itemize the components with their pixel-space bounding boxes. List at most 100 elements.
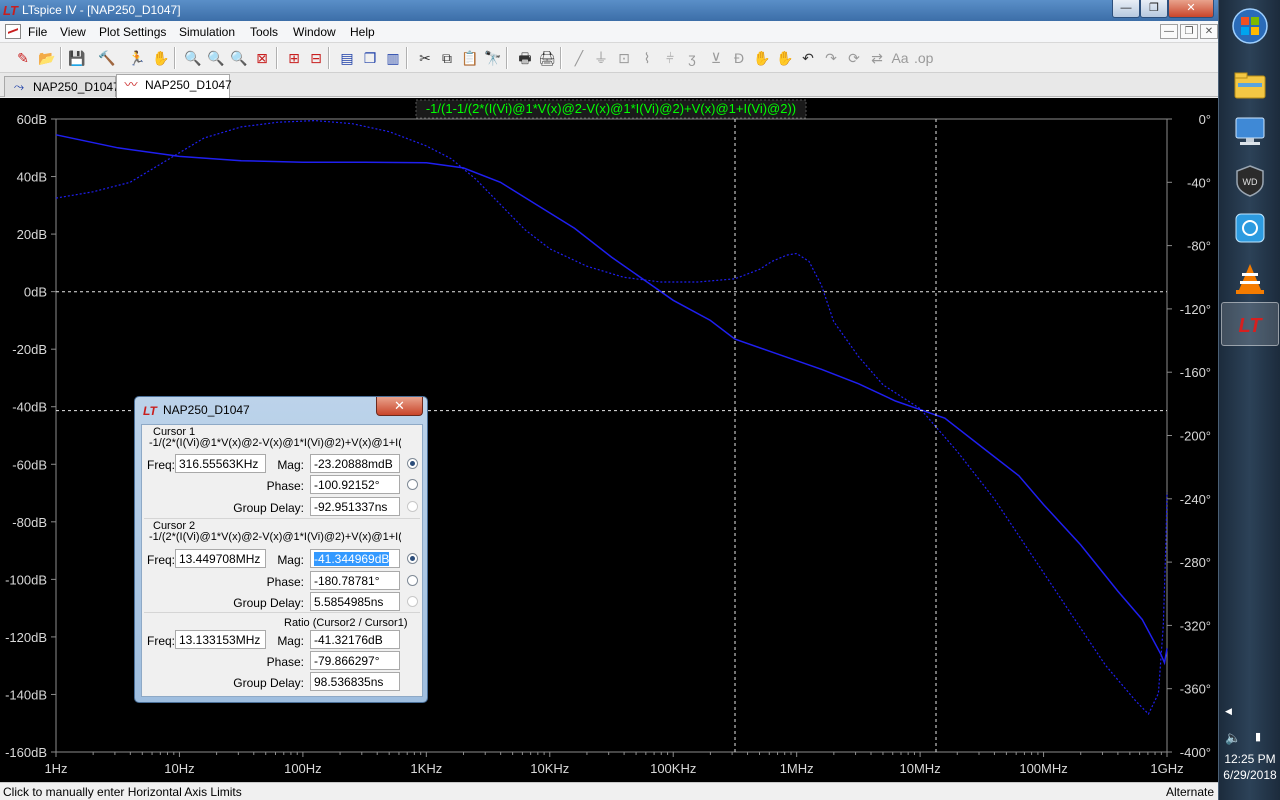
- y-right-tick-label[interactable]: -80°: [1187, 239, 1211, 254]
- y-right-tick-label[interactable]: -40°: [1187, 175, 1211, 190]
- x-tick-label[interactable]: 1MHz: [780, 761, 814, 776]
- y-right-tick-label[interactable]: -120°: [1180, 302, 1211, 317]
- trace-expression[interactable]: -1/(1-1/(2*(I(Vi)@1*V(x)@2-V(x)@1*I(Vi)@…: [426, 101, 796, 116]
- zoom-area-icon[interactable]: 🔍: [207, 49, 225, 67]
- y-right-tick-label[interactable]: -280°: [1180, 555, 1211, 570]
- cursor2-freq-field[interactable]: 13.449708MHz: [175, 549, 266, 568]
- y-left-tick-label[interactable]: 40dB: [17, 170, 47, 185]
- resistor-icon[interactable]: ⌇: [638, 49, 656, 67]
- open-icon[interactable]: 📂: [38, 49, 56, 67]
- tile-vertical-icon[interactable]: ▥: [384, 49, 402, 67]
- cursor-readout-dialog[interactable]: LT NAP250_D1047 ✕ Cursor 1 -1/(2*(I(Vi)@…: [134, 396, 428, 703]
- y-right-tick-label[interactable]: -320°: [1180, 618, 1211, 633]
- ratio-mag-field[interactable]: -41.32176dB: [310, 630, 400, 649]
- zoom-fit-icon[interactable]: ⊠: [253, 49, 271, 67]
- ratio-freq-field[interactable]: 13.133153MHz: [175, 630, 266, 649]
- tile-horizontal-icon[interactable]: ▤: [338, 49, 356, 67]
- network-icon[interactable]: ▮: [1255, 730, 1261, 743]
- ratio-phase-field[interactable]: -79.866297°: [310, 651, 400, 670]
- y-left-tick-label[interactable]: -40dB: [12, 400, 47, 415]
- x-tick-label[interactable]: 10Hz: [164, 761, 194, 776]
- y-left-tick-label[interactable]: -80dB: [12, 515, 47, 530]
- zoom-out-icon[interactable]: 🔍: [230, 49, 248, 67]
- new-schematic-icon[interactable]: ✎: [14, 49, 32, 67]
- y-right-tick-label[interactable]: -240°: [1180, 492, 1211, 507]
- label-icon[interactable]: ⊡: [615, 49, 633, 67]
- cursor2-mag-field[interactable]: -41.344969dB: [310, 549, 400, 568]
- restore-button[interactable]: ❐: [1140, 0, 1168, 18]
- x-tick-label[interactable]: 100MHz: [1019, 761, 1067, 776]
- taskbar-app[interactable]: [1221, 206, 1279, 250]
- y-right-tick-label[interactable]: -200°: [1180, 429, 1211, 444]
- spice-directive-icon[interactable]: .op: [914, 49, 933, 67]
- menu-file[interactable]: File: [28, 25, 47, 39]
- menu-view[interactable]: View: [60, 25, 86, 39]
- component-icon[interactable]: Ð: [730, 49, 748, 67]
- x-tick-label[interactable]: 100Hz: [284, 761, 322, 776]
- mdi-restore-button[interactable]: ❐: [1180, 24, 1198, 39]
- taskbar-ltspice[interactable]: LT: [1221, 302, 1279, 346]
- taskbar-file-explorer[interactable]: [1221, 64, 1279, 108]
- x-tick-label[interactable]: 10KHz: [530, 761, 569, 776]
- cursor1-mag-radio[interactable]: [407, 458, 418, 469]
- y-left-tick-label[interactable]: -140dB: [5, 687, 47, 702]
- diode-icon[interactable]: ⊻: [707, 49, 725, 67]
- y-right-tick-label[interactable]: 0°: [1199, 112, 1211, 127]
- mdi-close-button[interactable]: ✕: [1200, 24, 1218, 39]
- menu-tools[interactable]: Tools: [250, 25, 278, 39]
- cursor1-gd-field[interactable]: -92.951337ns: [310, 497, 400, 516]
- redo-icon[interactable]: ↷: [822, 49, 840, 67]
- menu-window[interactable]: Window: [293, 25, 336, 39]
- taskbar-computer[interactable]: [1221, 108, 1279, 152]
- y-left-tick-label[interactable]: 0dB: [24, 285, 47, 300]
- cursor1-gd-radio[interactable]: [407, 501, 418, 512]
- inductor-icon[interactable]: ʒ: [683, 49, 701, 67]
- cursor2-gd-field[interactable]: 5.5854985ns: [310, 592, 400, 611]
- control-panel-icon[interactable]: 🔨: [98, 49, 116, 67]
- zoom-in-icon[interactable]: 🔍: [184, 49, 202, 67]
- show-hidden-icons[interactable]: ◀: [1225, 706, 1232, 717]
- start-button[interactable]: [1221, 4, 1279, 48]
- dialog-close-button[interactable]: ✕: [376, 397, 423, 416]
- taskbar-security[interactable]: WD: [1221, 158, 1279, 202]
- y-left-tick-label[interactable]: 20dB: [17, 227, 47, 242]
- y-left-tick-label[interactable]: -100dB: [5, 572, 47, 587]
- document-icon[interactable]: [5, 24, 21, 39]
- menu-help[interactable]: Help: [350, 25, 375, 39]
- y-left-tick-label[interactable]: -20dB: [12, 342, 47, 357]
- close-button[interactable]: ✕: [1168, 0, 1214, 18]
- x-tick-label[interactable]: 100KHz: [650, 761, 696, 776]
- move-icon[interactable]: ✋: [753, 49, 771, 67]
- ground-icon[interactable]: ⏚: [592, 49, 610, 67]
- y-left-tick-label[interactable]: -60dB: [12, 457, 47, 472]
- run-icon[interactable]: 🏃: [128, 49, 146, 67]
- drag-icon[interactable]: ✋: [776, 49, 794, 67]
- volume-icon[interactable]: 🔈: [1225, 730, 1241, 746]
- menu-plot-settings[interactable]: Plot Settings: [99, 25, 166, 39]
- cursor2-gd-radio[interactable]: [407, 596, 418, 607]
- cascade-icon[interactable]: ❐: [361, 49, 379, 67]
- find-icon[interactable]: 🔭: [484, 49, 502, 67]
- mdi-minimize-button[interactable]: —: [1160, 24, 1178, 39]
- cursor1-phase-radio[interactable]: [407, 479, 418, 490]
- cursor1-mag-field[interactable]: -23.20888mdB: [310, 454, 400, 473]
- y-right-tick-label[interactable]: -360°: [1180, 682, 1211, 697]
- undo-icon[interactable]: ↶: [799, 49, 817, 67]
- mirror-icon[interactable]: ⇄: [868, 49, 886, 67]
- x-tick-label[interactable]: 1GHz: [1150, 761, 1183, 776]
- pan-icon[interactable]: ✋: [152, 49, 170, 67]
- x-tick-label[interactable]: 1Hz: [44, 761, 67, 776]
- print-preview-icon[interactable]: 🖶: [516, 49, 534, 67]
- y-left-tick-label[interactable]: -120dB: [5, 630, 47, 645]
- rotate-icon[interactable]: ⟳: [845, 49, 863, 67]
- y-left-tick-label[interactable]: -160dB: [5, 745, 47, 760]
- tab-waveform[interactable]: 〰 NAP250_D1047: [116, 74, 232, 98]
- cursor1-phase-field[interactable]: -100.92152°: [310, 475, 400, 494]
- x-tick-label[interactable]: 1KHz: [410, 761, 442, 776]
- x-tick-label[interactable]: 10MHz: [900, 761, 941, 776]
- menu-simulation[interactable]: Simulation: [179, 25, 235, 39]
- save-icon[interactable]: 💾: [68, 49, 86, 67]
- text-icon[interactable]: Aa: [891, 49, 909, 67]
- cursor1-freq-field[interactable]: 316.55563KHz: [175, 454, 266, 473]
- clock-date[interactable]: 6/29/2018: [1219, 768, 1280, 782]
